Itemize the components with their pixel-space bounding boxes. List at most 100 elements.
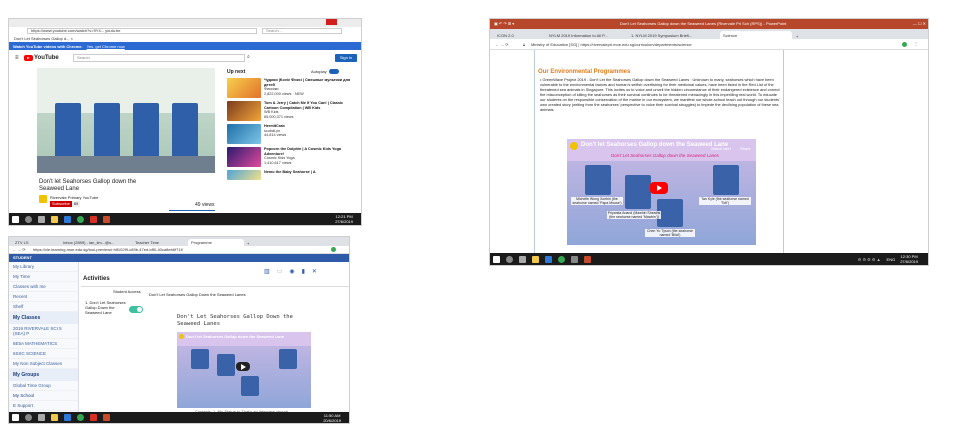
search-icon[interactable]: ⌕ [247,54,250,60]
list-item[interactable]: Tom & Jerry | Catch Me If You Can! | Cla… [227,101,353,121]
sidebar-item-class[interactable]: 2019 RIVERVALE SCI 5 (SEA) P [9,324,78,339]
chrome-icon[interactable] [77,414,84,421]
tab-teacher-time[interactable]: Teacher Time [132,239,188,246]
sidebar-item-my-time[interactable]: My Time [9,272,78,282]
search-icon[interactable] [25,215,32,223]
app-icon[interactable] [90,414,97,421]
url-field[interactable]: https://vle.learning.moe.edu.sg/tool-pre… [33,247,183,252]
extension-icon[interactable] [331,247,336,252]
close-icon[interactable]: ✕ [312,268,317,275]
menu-icon[interactable]: ≡ [15,55,19,61]
channel-avatar[interactable] [39,195,47,203]
app-icon[interactable] [90,215,97,223]
address-bar[interactable]: https://www.youtube.com/watch?v=9Y4... y… [27,28,257,34]
signin-button[interactable]: Sign in [335,54,357,62]
yt-search-input[interactable]: Search [73,54,245,62]
language-indicator[interactable]: ENG [887,257,896,262]
window-controls[interactable]: — ☐ ✕ [913,21,926,26]
browser-search-field[interactable]: Search... [262,28,342,34]
subscribe-button[interactable]: Subscribe 89 [50,201,81,207]
video-title: Don't let Seahorses Gallop down the Seaw… [581,142,729,148]
activity-item[interactable]: 1. Don't Let Seahorses Gallop Down the S… [85,300,129,315]
caption: Chen Yu Tyson (the seahorse named 'Bilal… [645,229,695,237]
explorer-icon[interactable] [51,414,58,421]
banner-link[interactable]: Yes, get Chrome now [87,44,125,49]
tab-inbox[interactable]: Inbox (2899) - ian_lim...@s... [60,239,132,246]
search-icon[interactable] [25,414,32,421]
preview-icon[interactable]: ◉ [289,268,294,275]
system-tray-icons[interactable]: ⚙ ⚙ ⚙ ⚙ ▲ [858,257,881,262]
analytics-icon[interactable]: ▥ [264,268,270,275]
quick-access-icons[interactable]: ▣ ↶ ↷ ⊞ ▾ [494,21,514,26]
watch-later-button[interactable]: Watch later [711,146,731,151]
tab-science[interactable]: Science [720,31,792,39]
powerpoint-icon[interactable] [103,414,110,421]
powerpoint-titlebar: ▣ ↶ ↷ ⊞ ▾ Don't Let Seahorses Gallop dow… [490,19,928,29]
powerpoint-icon[interactable] [584,255,591,263]
sidebar-section-my-groups[interactable]: My Groups [9,369,78,381]
rec-views: 2,822,000 views · NEW [264,91,304,96]
edge-icon[interactable] [64,414,71,421]
url-field[interactable]: Ministry of Education [SG] | https://riv… [531,42,692,47]
list-item[interactable]: Чудики |Ković Фиксі | Смешные мультики д… [227,78,353,98]
channel-name[interactable]: Rivervale Primary YouTube [50,195,98,200]
brand-label: STUDENT [13,255,32,260]
play-button-icon[interactable] [236,362,250,371]
windows-start-icon[interactable] [12,215,19,223]
list-item[interactable]: Popcorn the Dolphin | A Cosmic Kids Yoga… [227,147,353,167]
tab-strip: ICON 2.0 NYLM 2019 Information to All P.… [490,29,928,39]
sidebar-section-my-school[interactable]: My School [9,391,78,401]
chrome-icon[interactable] [77,215,84,223]
embedded-video[interactable]: Don't let Seahorses Gallop down the Seaw… [177,332,311,408]
play-button-icon[interactable] [650,182,668,194]
tab-ztv[interactable]: ZTV LS [12,239,60,246]
task-view-icon[interactable] [38,215,45,223]
windows-start-icon[interactable] [12,414,19,421]
nav-arrows-icon[interactable]: ← → ⟳ [495,42,509,47]
nav-arrows-icon[interactable]: ← → ⟳ [12,247,26,252]
sidebar-item-recent[interactable]: Recent [9,292,78,302]
autoplay-toggle[interactable] [329,69,339,74]
student-figure [133,103,159,163]
edge-icon[interactable] [545,255,552,263]
list-item[interactable]: Nemo the Baby Seahorse | A [227,170,353,180]
sidebar-item-class[interactable]: 6SSC SCIENCE [9,349,78,359]
sidebar-item-group[interactable]: Global Time Group [9,381,78,391]
section-heading: Our Environmental Programmes [538,69,631,75]
student-access-toggle[interactable] [129,306,143,313]
image-icon[interactable]: ▭ [277,268,283,275]
rec-title: Чудики |Ković Фиксі | Смешные мультики д… [264,78,351,87]
explorer-icon[interactable] [51,215,58,223]
task-view-icon[interactable] [38,414,45,421]
sidebar-item-classes-with-me[interactable]: Classes with me [9,282,78,292]
more-icon[interactable]: ⋮ [914,41,918,46]
windows-start-icon[interactable] [493,255,500,263]
sidebar-item-class[interactable]: My Non Subject Classes [9,359,78,369]
sidebar-section-my-classes[interactable]: My Classes [9,312,78,324]
embedded-video[interactable]: Don't let Seahorses Gallop down the Seaw… [567,139,756,245]
edge-icon[interactable] [64,215,71,223]
tab-programme[interactable]: Programme [188,239,244,246]
app-icon[interactable] [571,255,578,263]
search-icon[interactable] [506,255,513,263]
tab-nylm-symposium[interactable]: 1. NYLM 2019 Symposium Briefi... [628,31,720,39]
chrome-icon[interactable] [558,255,565,263]
sidebar-item-library[interactable]: My Library [9,262,78,272]
explorer-icon[interactable] [532,255,539,263]
sidebar-item-school[interactable]: E Support [9,401,78,411]
subscriber-count: 89 [71,201,81,207]
sidebar-item-shelf[interactable]: Shelf [9,302,78,312]
extension-icon[interactable] [902,42,907,47]
video-player[interactable] [37,68,215,173]
powerpoint-icon[interactable] [103,215,110,223]
tab-icon[interactable]: ICON 2.0 [494,31,546,39]
youtube-logo-icon[interactable] [24,55,33,61]
task-view-icon[interactable] [519,255,526,263]
tab-nylm-info[interactable]: NYLM 2019 Information to All P... [546,31,628,39]
list-item[interactable]: HermitCrab scubaLyn 44,814 views [227,124,353,144]
share-button[interactable]: Share [740,146,751,151]
browser-tab[interactable]: Don't Let Seahorses Gallop d... × [11,35,91,42]
student-photo [217,354,235,376]
delete-icon[interactable]: ▮ [302,268,305,275]
sidebar-item-class[interactable]: 6E5A MATHEMATICS [9,339,78,349]
